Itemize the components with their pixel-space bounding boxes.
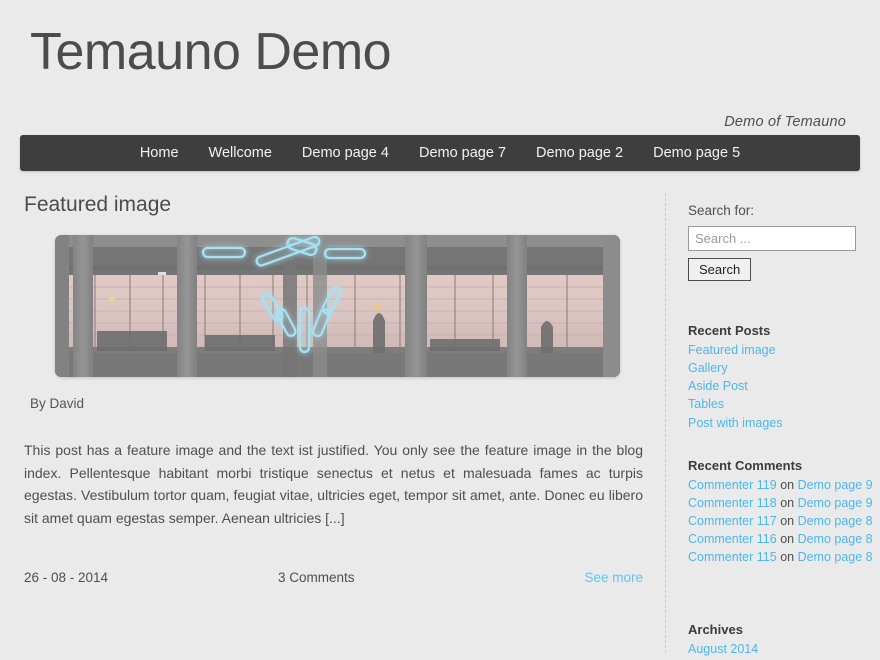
widget-recent-comments: Recent Comments Commenter 119 on Demo pa… [688,458,873,567]
recent-comments-list: Commenter 119 on Demo page 9 Commenter 1… [688,476,873,567]
comment-separator: on [780,477,795,492]
nav-link-demo-page-7[interactable]: Demo page 7 [404,135,521,171]
search-button[interactable]: Search [688,258,752,281]
search-button-wrap: Search [688,251,873,281]
widget-search: Search for: Search [688,203,873,281]
nav-link-demo-page-4[interactable]: Demo page 4 [287,135,404,171]
primary-content: Featured image By David This post has a … [20,193,665,653]
comment-author-link[interactable]: Commenter 115 [688,550,777,564]
nav-item-wellcome[interactable]: Wellcome [194,135,287,171]
post-comment-count: 3 Comments [278,569,355,585]
comment-author-link[interactable]: Commenter 119 [688,478,777,492]
list-item[interactable]: August 2014 [688,640,873,658]
featured-image-artwork [55,235,620,377]
recent-post-link[interactable]: Tables [688,397,724,411]
list-item[interactable]: Post with images [688,414,873,432]
recent-comments-title: Recent Comments [688,457,803,473]
archives-title: Archives [688,622,743,638]
search-input[interactable] [688,226,856,251]
post-byline: By David [30,396,85,411]
list-item[interactable]: Tables [688,395,873,413]
content-wrapper: Featured image By David This post has a … [20,193,873,656]
nav-link-home[interactable]: Home [125,135,194,171]
nav-item-demo-page-5[interactable]: Demo page 5 [638,135,755,171]
comment-target-link[interactable]: Demo page 9 [798,478,873,492]
post-title: Featured image [24,193,172,216]
post-meta: 26 - 08 - 2014 3 Comments See more [24,570,643,585]
post-date: 26 - 08 - 2014 [24,569,109,585]
recent-post-link[interactable]: Post with images [688,416,782,430]
list-item: Commenter 119 on Demo page 9 [688,476,873,494]
widget-archives: Archives August 2014 [688,622,873,658]
comment-author-link[interactable]: Commenter 118 [688,496,777,510]
nav-item-home[interactable]: Home [125,135,194,171]
nav-item-demo-page-2[interactable]: Demo page 2 [521,135,638,171]
comment-author-link[interactable]: Commenter 117 [688,514,777,528]
recent-posts-title: Recent Posts [688,323,771,338]
recent-post-link[interactable]: Aside Post [688,379,748,393]
comment-separator: on [780,513,795,528]
nav-link-demo-page-2[interactable]: Demo page 2 [521,135,638,171]
comment-target-link[interactable]: Demo page 8 [798,532,873,546]
archive-link[interactable]: August 2014 [688,642,758,656]
list-item: Commenter 117 on Demo page 8 [688,512,873,530]
nav-item-demo-page-4[interactable]: Demo page 4 [287,135,404,171]
comment-separator: on [780,495,795,510]
comment-target-link[interactable]: Demo page 8 [798,514,873,528]
comment-separator: on [780,532,795,546]
site-tagline: Demo of Temauno [724,114,846,130]
site-title: Temauno Demo [30,23,392,81]
list-item: Commenter 116 on Demo page 8 [688,530,873,548]
column-divider [665,193,666,653]
comment-target-link[interactable]: Demo page 8 [798,550,873,564]
list-item[interactable]: Featured image [688,341,873,359]
comment-target-link[interactable]: Demo page 9 [798,496,873,510]
nav-item-demo-page-7[interactable]: Demo page 7 [404,135,521,171]
nav-link-wellcome[interactable]: Wellcome [194,135,287,171]
see-more-link-wrap: See more [584,570,643,585]
recent-post-link[interactable]: Featured image [688,343,776,357]
comment-author-link[interactable]: Commenter 116 [688,532,777,546]
widget-recent-posts: Recent Posts Featured image Gallery Asid… [688,323,873,432]
nav-link-demo-page-5[interactable]: Demo page 5 [638,135,755,171]
list-item: Commenter 118 on Demo page 9 [688,494,873,512]
site-header: Temauno Demo Demo of Temauno [20,0,860,130]
featured-image[interactable] [55,235,620,377]
list-item[interactable]: Gallery [688,359,873,377]
main-navigation: Home Wellcome Demo page 4 Demo page 7 De… [20,135,860,171]
nav-list: Home Wellcome Demo page 4 Demo page 7 De… [125,135,755,171]
comment-separator: on [780,550,795,565]
page-root: Temauno Demo Demo of Temauno Home Wellco… [0,0,880,660]
sidebar: Search for: Search Recent Posts Featured… [684,193,873,656]
recent-post-link[interactable]: Gallery [688,361,728,375]
archives-list: August 2014 [688,640,873,658]
see-more-link[interactable]: See more [584,570,643,585]
recent-posts-list: Featured image Gallery Aside Post Tables… [688,341,873,432]
list-item[interactable]: Aside Post [688,377,873,395]
post-excerpt: This post has a feature image and the te… [24,442,643,527]
search-label: Search for: [688,203,755,218]
list-item: Commenter 115 on Demo page 8 [688,548,873,566]
